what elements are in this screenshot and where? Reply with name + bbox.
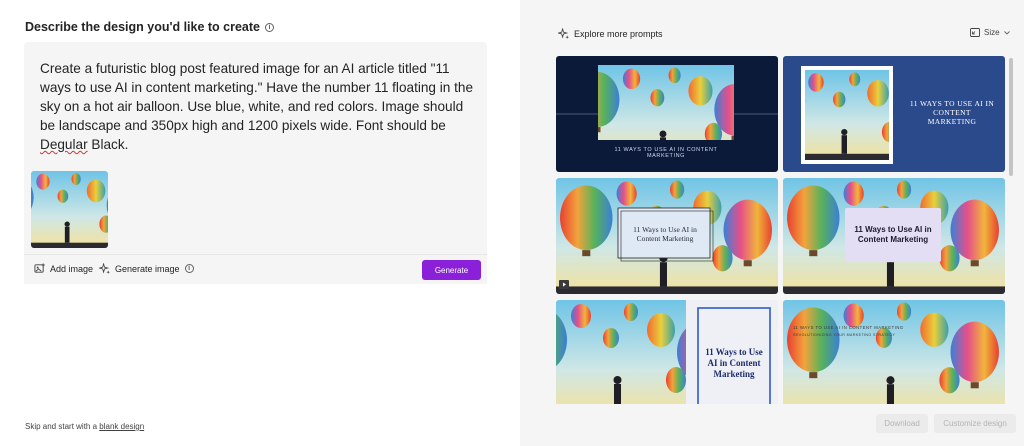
info-icon[interactable]: i — [184, 264, 194, 273]
download-button[interactable]: Download — [876, 414, 928, 433]
resize-icon — [970, 28, 980, 37]
size-dropdown[interactable]: Size — [970, 28, 1010, 37]
blank-design-link[interactable]: blank design — [99, 422, 144, 431]
card-caption: 11 WAYS TO USE AI IN CONTENT MARKETING — [909, 98, 995, 126]
gallery-scrollbar[interactable] — [1009, 58, 1013, 176]
composer-toolbar: Add image Generate image i Generate — [24, 254, 487, 284]
prompt-gallery-panel: Explore more prompts Size 11 WAYS TO USE… — [520, 0, 1024, 446]
chevron-down-icon — [1003, 30, 1010, 35]
customize-design-button[interactable]: Customize design — [934, 414, 1016, 433]
size-label: Size — [984, 28, 1000, 37]
card-caption: 11 Ways to Use AI in Content Marketing — [854, 225, 932, 244]
info-icon[interactable]: i — [265, 22, 274, 32]
composer-panel: Describe the design you'd like to create… — [0, 0, 520, 446]
card-caption: 11 Ways to Use AI in Content Marketing — [705, 346, 763, 379]
card-caption: 11 Ways to Use AI in Content Marketing — [633, 225, 697, 243]
design-card[interactable]: 11 Ways to Use AI in Content Marketing — [556, 300, 778, 404]
prompt-editor[interactable]: Create a futuristic blog post featured i… — [24, 42, 487, 254]
composer-heading-text: Describe the design you'd like to create — [25, 20, 260, 34]
generate-button[interactable]: Generate — [422, 260, 481, 280]
design-card[interactable]: 11 WAYS TO USE AI IN CONTENT MARKETING — [783, 56, 1005, 172]
prompt-text[interactable]: Create a futuristic blog post featured i… — [40, 59, 480, 154]
design-suggestions-grid: 11 WAYS TO USE AI IN CONTENT MARKETING 1… — [556, 56, 1016, 404]
add-image-label: Add image — [50, 263, 94, 274]
attached-image-thumbnail[interactable] — [31, 171, 108, 248]
explore-prompts-button[interactable]: Explore more prompts — [558, 28, 663, 39]
skip-line: Skip and start with a blank design — [25, 422, 144, 431]
generate-image-label: Generate image — [115, 263, 180, 274]
sparkle-icon — [558, 28, 569, 39]
design-card[interactable]: 11 WAYS TO USE AI IN CONTENT MARKETING R… — [783, 300, 1005, 404]
card-caption: 11 WAYS TO USE AI IN CONTENT MARKETING — [614, 146, 718, 159]
sparkle-icon — [99, 263, 110, 274]
generate-image-button[interactable]: Generate image i — [99, 263, 194, 274]
add-image-button[interactable]: Add image — [34, 263, 93, 274]
explore-prompts-label: Explore more prompts — [574, 28, 663, 39]
skip-text: Skip and start with a — [25, 422, 100, 431]
design-card[interactable]: 11 Ways to Use AI in Content Marketing — [556, 178, 778, 294]
spellcheck-word[interactable]: Degular — [40, 137, 88, 152]
composer-heading: Describe the design you'd like to create… — [25, 20, 274, 34]
design-card[interactable]: 11 WAYS TO USE AI IN CONTENT MARKETING — [556, 56, 778, 172]
add-image-icon — [34, 263, 45, 273]
design-card[interactable]: 11 Ways to Use AI in Content Marketing — [783, 178, 1005, 294]
card-subcaption: REVOLUTIONIZING YOUR MARKETING STRATEGY — [793, 333, 896, 337]
